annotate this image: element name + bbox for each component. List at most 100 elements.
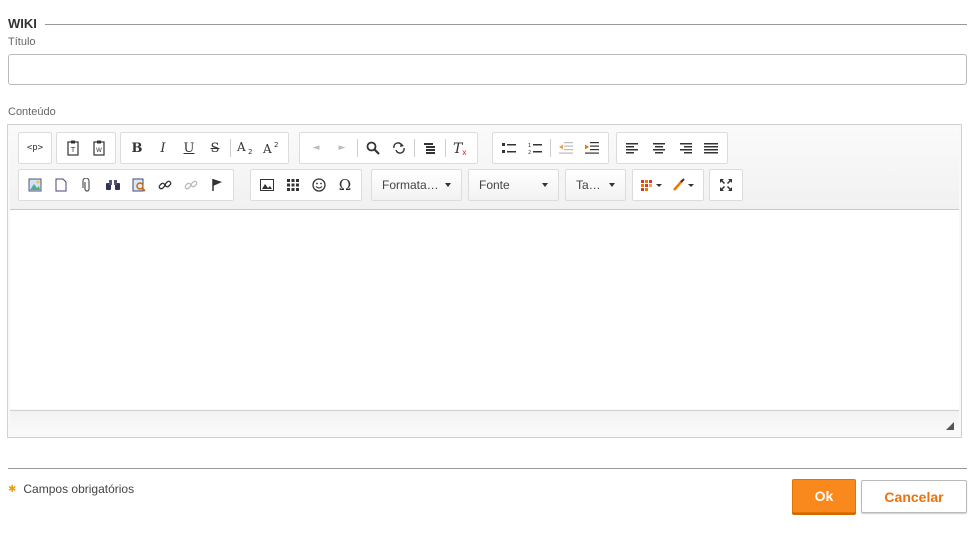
toolbar-separator (357, 139, 358, 157)
redo-button[interactable]: ► (331, 137, 353, 159)
title-label: Título (8, 36, 36, 48)
paste-word-icon: W (93, 140, 105, 156)
link-icon (158, 180, 172, 190)
editor-toolbar: <p> T W B I U S A2 A2 ◄ ► T x 1 2 Ω Form… (10, 127, 959, 210)
align-left-icon (626, 142, 638, 153)
preview-button[interactable] (128, 174, 150, 196)
align-right-icon (680, 142, 692, 153)
subscript-button[interactable]: A2 (235, 137, 257, 159)
replace-icon (393, 142, 405, 154)
unlink-button[interactable] (180, 174, 202, 196)
svg-text:x: x (462, 148, 467, 156)
new-page-button[interactable] (50, 174, 72, 196)
required-star-icon: ✱ (8, 483, 17, 495)
background-color-button[interactable] (670, 174, 698, 196)
align-center-icon (653, 142, 665, 153)
paste-text-icon: T (67, 140, 79, 156)
chevron-down-icon (609, 183, 615, 187)
svg-text:A: A (263, 142, 272, 155)
replace-button[interactable] (388, 137, 410, 159)
cancel-button[interactable]: Cancelar (861, 480, 967, 513)
color-grid-icon (641, 180, 662, 191)
numbered-list-icon: 12 (528, 143, 542, 154)
svg-text:W: W (96, 147, 102, 154)
search-icon (366, 141, 380, 155)
svg-text:T: T (70, 146, 76, 154)
table-button[interactable] (282, 174, 304, 196)
align-right-button[interactable] (674, 137, 696, 159)
section-divider (44, 23, 967, 25)
subscript-icon: A2 (237, 141, 252, 155)
align-center-button[interactable] (648, 137, 670, 159)
image-icon (28, 178, 42, 192)
align-left-button[interactable] (622, 137, 644, 159)
section-header: WIKI (8, 14, 967, 32)
bullet-list-button[interactable] (498, 137, 520, 159)
source-code-button[interactable]: <p> (24, 137, 46, 159)
numbered-list-button[interactable]: 12 (524, 137, 546, 159)
bold-button[interactable]: B (126, 137, 148, 159)
required-fields-text: Campos obrigatórios (23, 482, 135, 496)
font-combo[interactable]: Fonte (468, 169, 559, 201)
indent-button[interactable] (581, 137, 603, 159)
rich-text-editor: <p> T W B I U S A2 A2 ◄ ► T x 1 2 Ω Form… (7, 124, 962, 438)
indent-icon (585, 142, 599, 154)
smiley-button[interactable] (308, 174, 330, 196)
ok-button[interactable]: Ok (792, 479, 856, 513)
format-combo[interactable]: Formata… (371, 169, 462, 201)
strike-button[interactable]: S (204, 137, 226, 159)
link-button[interactable] (154, 174, 176, 196)
svg-text:1: 1 (528, 143, 531, 149)
format-combo-label: Formata… (382, 178, 439, 192)
undo-button[interactable]: ◄ (305, 137, 327, 159)
italic-button[interactable]: I (152, 137, 174, 159)
remove-format-icon: Tx (453, 141, 467, 156)
toolbar-separator (414, 139, 415, 157)
image-button[interactable] (256, 174, 278, 196)
select-all-button[interactable] (419, 137, 441, 159)
toolbar-separator (445, 139, 446, 157)
find-button[interactable] (362, 137, 384, 159)
source-group: <p> (18, 132, 52, 164)
anchor-button[interactable] (206, 174, 228, 196)
editor-statusbar (10, 410, 959, 435)
svg-text:A: A (237, 141, 246, 154)
picture-icon (260, 179, 274, 191)
paste-text-button[interactable]: T (62, 137, 84, 159)
remove-format-button[interactable]: Tx (450, 137, 472, 159)
outdent-icon (559, 142, 573, 154)
preview-icon (132, 178, 146, 192)
chevron-down-icon (542, 183, 548, 187)
unlink-icon (184, 180, 198, 190)
resize-handle-icon[interactable] (946, 422, 954, 430)
select-all-icon (424, 143, 435, 154)
table-icon (287, 179, 299, 191)
paste-word-button[interactable]: W (88, 137, 110, 159)
size-combo[interactable]: Ta… (565, 169, 626, 201)
content-label: Conteúdo (8, 106, 56, 118)
title-input[interactable] (8, 54, 967, 85)
paperclip-icon (82, 178, 90, 192)
maximize-button[interactable] (715, 174, 737, 196)
size-combo-label: Ta… (576, 178, 601, 192)
maximize-group (709, 169, 743, 201)
outdent-button[interactable] (555, 137, 577, 159)
media-group: Ω (250, 169, 362, 201)
superscript-button[interactable]: A2 (261, 137, 283, 159)
chevron-down-icon (445, 183, 451, 187)
special-char-button[interactable]: Ω (334, 174, 356, 196)
attachment-button[interactable] (76, 174, 98, 196)
page-icon (55, 178, 67, 192)
align-justify-button[interactable] (700, 137, 722, 159)
section-title: WIKI (8, 15, 37, 31)
editor-content-area[interactable] (10, 210, 959, 409)
binoculars-button[interactable] (102, 174, 124, 196)
align-group (616, 132, 728, 164)
footer-divider (8, 468, 967, 469)
underline-button[interactable]: U (178, 137, 200, 159)
toolbar-separator (230, 139, 231, 157)
text-color-button[interactable] (638, 174, 666, 196)
toolbar-separator (550, 139, 551, 157)
font-combo-label: Fonte (479, 178, 510, 192)
image-insert-button[interactable] (24, 174, 46, 196)
